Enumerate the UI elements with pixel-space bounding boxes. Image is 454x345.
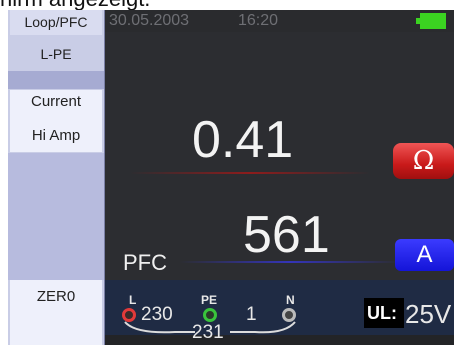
sidebar-submode-label[interactable]: L-PE — [8, 46, 104, 62]
status-bar: 30.05.2003 16:20 — [105, 10, 454, 32]
touch-voltage-value: 25V — [405, 299, 452, 329]
pfc-label: PFC — [123, 250, 167, 275]
primary-value: 0.41 — [192, 111, 294, 169]
ohm-unit-badge[interactable]: Ω — [393, 143, 454, 179]
battery-icon — [420, 13, 446, 29]
primary-divider — [130, 172, 370, 174]
date-readout: 30.05.2003 — [109, 12, 190, 29]
sidebar-zero-button[interactable]: ZER0 — [8, 288, 104, 305]
touch-voltage-label: UL: — [364, 298, 404, 328]
secondary-divider — [180, 261, 400, 263]
sidebar-mode-label: Loop/PFC — [24, 14, 88, 30]
amp-unit-badge[interactable]: A — [395, 239, 454, 271]
sidebar-empty-area — [8, 153, 104, 280]
sidebar-option-current[interactable]: Current — [8, 93, 104, 110]
terminal-l-label: L — [129, 293, 137, 307]
terminal-pe-label: PE — [201, 293, 218, 307]
time-readout: 16:20 — [238, 12, 279, 29]
l-n-voltage: 231 — [192, 322, 224, 343]
sidebar-option-hi-amp[interactable]: Hi Amp — [8, 127, 104, 144]
terminal-n-label: N — [286, 293, 295, 307]
secondary-value: 561 — [243, 206, 330, 264]
document-caption: hirm angezeigt. — [0, 0, 454, 10]
sidebar-separator — [8, 71, 104, 89]
function-sidebar: Loop/PFC L-PE Current Hi Amp ZER0 — [8, 10, 105, 345]
